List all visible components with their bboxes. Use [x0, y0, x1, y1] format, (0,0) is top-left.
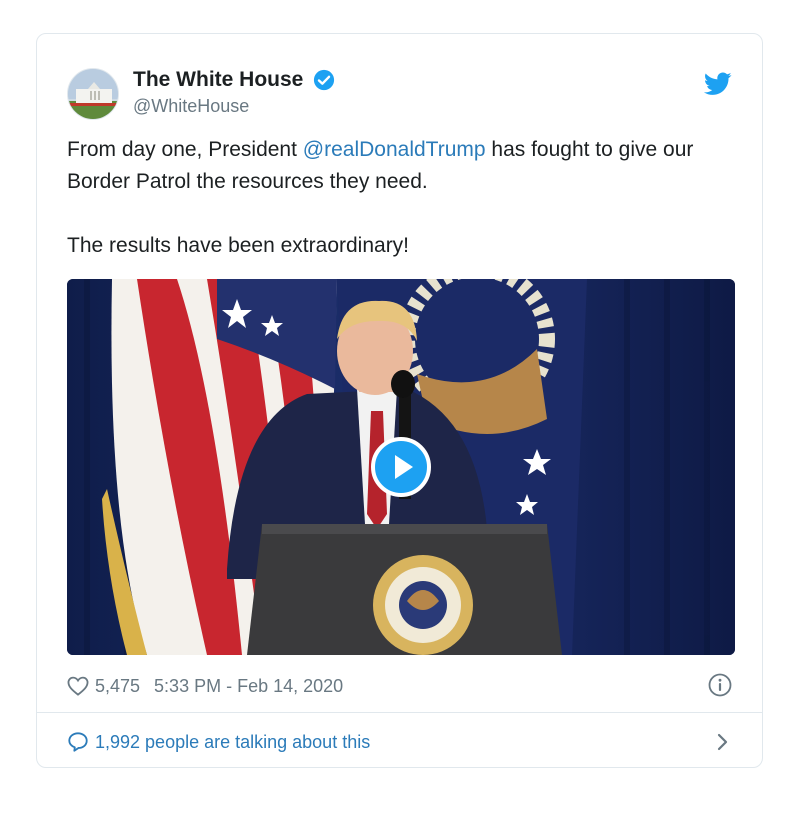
twitter-bird-icon[interactable]: [704, 72, 732, 96]
tweet-text: From day one, President @realDonaldTrump…: [67, 134, 737, 262]
white-house-avatar-image: [68, 69, 118, 119]
like-count[interactable]: 5,475: [95, 672, 140, 700]
video-media[interactable]: [67, 279, 735, 655]
play-button[interactable]: [371, 437, 431, 497]
conversation-label: 1,992 people are talking about this: [95, 732, 371, 753]
tweet-metadata: 5,475 5:33 PM - Feb 14, 2020: [67, 671, 732, 699]
info-icon[interactable]: [708, 673, 732, 697]
author-names: The White House @WhiteHouse: [133, 66, 335, 118]
heart-icon[interactable]: [67, 676, 89, 697]
tweet-card: The White House @WhiteHouse From day one…: [36, 33, 763, 768]
tweet-text-before-mention: From day one, President: [67, 138, 303, 161]
tweet-timestamp[interactable]: 5:33 PM - Feb 14, 2020: [154, 672, 343, 700]
tweet-paragraph-1: From day one, President @realDonaldTrump…: [67, 134, 737, 198]
tweet-paragraph-2: The results have been extraordinary!: [67, 234, 410, 257]
author-handle[interactable]: @WhiteHouse: [133, 94, 335, 118]
chevron-right-icon: [717, 733, 728, 751]
conversation-link[interactable]: 1,992 people are talking about this: [67, 726, 732, 756]
tweet-header: The White House @WhiteHouse: [67, 66, 732, 122]
speech-bubble-icon: [68, 732, 88, 752]
play-icon: [395, 455, 413, 479]
author-display-name[interactable]: The White House: [133, 66, 303, 94]
divider: [37, 712, 762, 713]
avatar[interactable]: [67, 68, 119, 120]
verified-badge-icon: [313, 69, 334, 91]
mention-link[interactable]: @realDonaldTrump: [303, 138, 486, 161]
